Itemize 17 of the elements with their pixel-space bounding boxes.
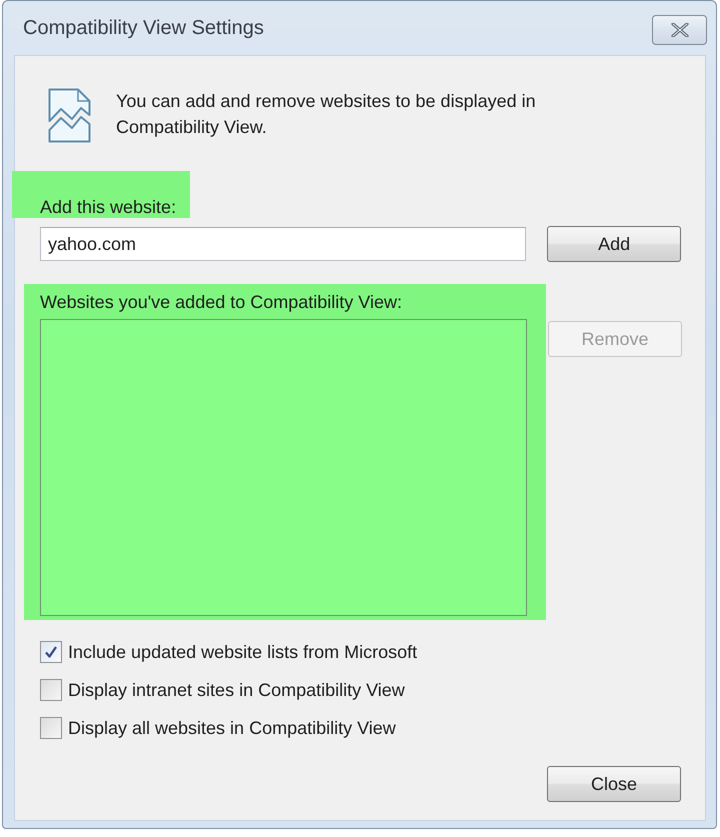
broken-page-icon: [48, 88, 91, 143]
websites-list-label: Websites you've added to Compatibility View:: [40, 292, 403, 313]
window-close-button[interactable]: [652, 14, 707, 44]
window-title: Compatibility View Settings: [23, 16, 264, 40]
add-website-label: Add this website:: [40, 197, 178, 218]
add-button[interactable]: Add: [547, 226, 681, 262]
option-label[interactable]: Display intranet sites in Compatibility View: [68, 680, 405, 700]
checkbox[interactable]: [40, 679, 62, 701]
close-button[interactable]: Close: [547, 766, 681, 802]
website-input[interactable]: yahoo.com: [40, 227, 526, 261]
checkbox[interactable]: [40, 641, 62, 663]
option-label[interactable]: Display all websites in Compatibility View: [68, 718, 396, 738]
checkmark-icon: [44, 645, 58, 659]
intro-text: You can add and remove websites to be displayed in Compatibility View.: [116, 90, 537, 139]
checkbox[interactable]: [40, 717, 62, 739]
option-label[interactable]: Include updated website lists from Microsoft: [68, 642, 418, 662]
close-icon: [670, 22, 690, 36]
